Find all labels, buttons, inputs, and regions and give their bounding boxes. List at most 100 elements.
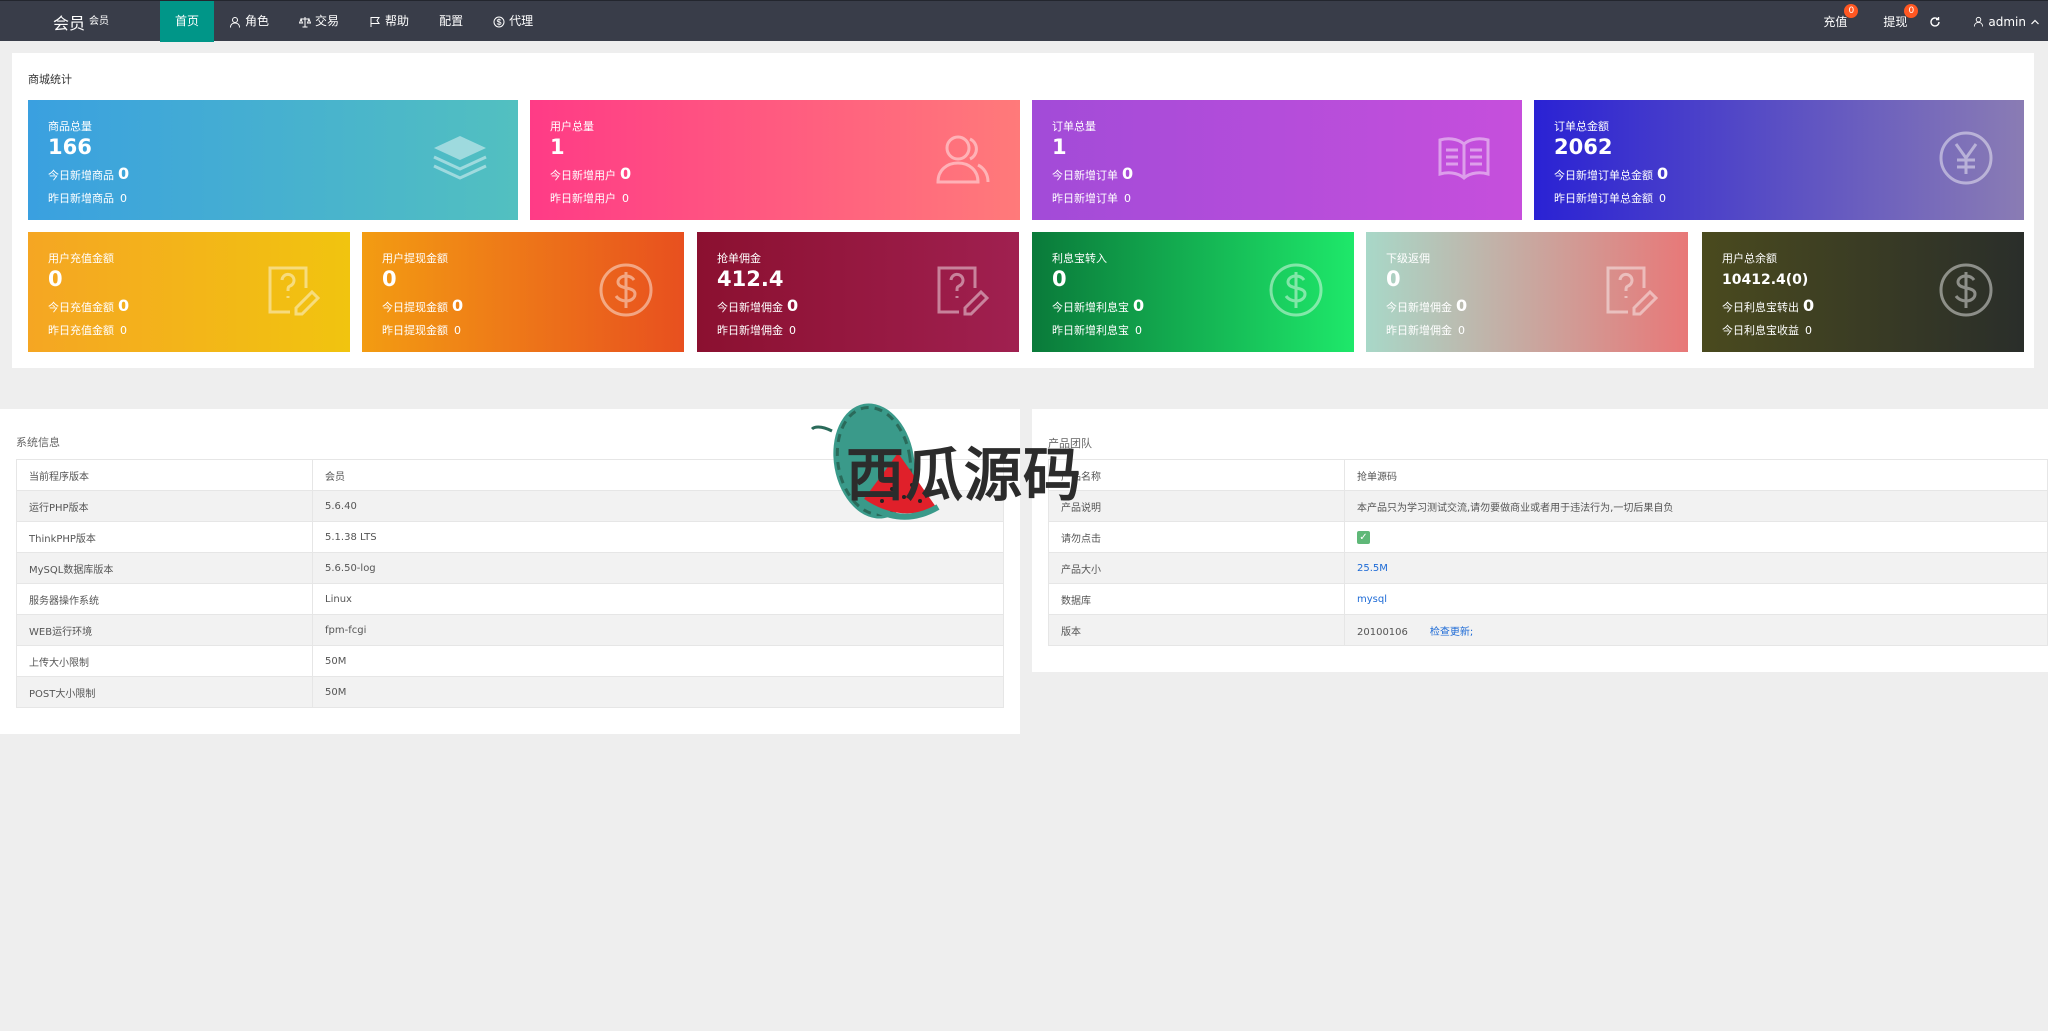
cell-key: MySQL数据库版本 bbox=[16, 552, 313, 584]
cell-key: 服务器操作系统 bbox=[16, 583, 313, 615]
tile-today: 今日新增订单总金额 0 bbox=[1554, 164, 1669, 183]
tile-yesterday: 昨日新增用户 0 bbox=[550, 192, 629, 205]
dollar-circle-icon bbox=[493, 16, 505, 27]
tile-interest-in: 利息宝转入 0 今日新增利息宝 0 昨日新增利息宝 0 bbox=[1032, 232, 1354, 352]
tile-today: 今日充值金额 0 bbox=[48, 296, 130, 315]
do-not-click-checkbox[interactable]: ✓ bbox=[1357, 530, 1370, 544]
nav-help-label: 帮助 bbox=[385, 14, 410, 28]
tile-yesterday: 昨日新增佣金 0 bbox=[1386, 324, 1465, 337]
tile-label: 利息宝转入 bbox=[1052, 252, 1107, 265]
nav-agent[interactable]: 代理 bbox=[478, 1, 548, 42]
tile-yesterday: 昨日新增利息宝 0 bbox=[1052, 324, 1142, 337]
logo-text: 会员 bbox=[53, 14, 86, 33]
user-icon bbox=[1974, 16, 1984, 27]
nav-trade[interactable]: 交易 bbox=[284, 1, 354, 42]
logo[interactable]: 会员 会员 bbox=[53, 10, 109, 34]
nav-config-label: 配置 bbox=[439, 14, 464, 28]
tile-label: 商品总量 bbox=[48, 120, 92, 133]
cell-key: 运行PHP版本 bbox=[16, 490, 313, 522]
cell-key: 当前程序版本 bbox=[16, 459, 313, 491]
nav-agent-label: 代理 bbox=[509, 14, 534, 28]
tile-label: 用户充值金额 bbox=[48, 252, 114, 265]
cell-key: 版本 bbox=[1048, 614, 1345, 646]
cell-key: 产品大小 bbox=[1048, 552, 1345, 584]
tile-today: 今日新增利息宝 0 bbox=[1052, 296, 1145, 315]
layers-icon bbox=[433, 136, 487, 180]
tile-value: 0 bbox=[1386, 267, 1401, 291]
question-edit-icon bbox=[1606, 266, 1658, 316]
cell-value: ✓ bbox=[1344, 521, 2048, 553]
nav-home[interactable]: 首页 bbox=[160, 1, 215, 42]
cell-value: Linux bbox=[312, 583, 1004, 615]
tile-value: 0 bbox=[48, 267, 63, 291]
cell-value: 抢单源码 bbox=[1344, 459, 2048, 491]
cell-value: fpm-fcgi bbox=[312, 614, 1004, 646]
cell-key: 上传大小限制 bbox=[16, 645, 313, 677]
tile-value: 1 bbox=[1052, 135, 1067, 159]
top-navbar: 会员 会员 首页 角色 交易 帮助 配置 代理 充值 0 提现 0 admin bbox=[0, 0, 2048, 42]
tile-value: 1 bbox=[550, 135, 565, 159]
tile-label: 用户提现金额 bbox=[382, 252, 448, 265]
user-icon bbox=[230, 16, 241, 28]
flag-icon bbox=[370, 16, 380, 27]
dollar-icon bbox=[1939, 263, 1993, 317]
user-menu[interactable]: admin bbox=[1955, 1, 2048, 42]
logo-sub: 会员 bbox=[89, 16, 110, 27]
dollar-icon bbox=[599, 263, 653, 317]
question-edit-icon bbox=[937, 266, 989, 316]
cell-value: 20100106 检查更新; bbox=[1344, 614, 2048, 646]
table-row: 产品大小 25.5M bbox=[1048, 552, 2048, 584]
tile-yesterday: 昨日充值金额 0 bbox=[48, 324, 127, 337]
tile-label: 订单总金额 bbox=[1554, 120, 1609, 133]
withdraw-menu[interactable]: 提现 0 bbox=[1865, 1, 1925, 42]
tile-recharge-amount: 用户充值金额 0 今日充值金额 0 昨日充值金额 0 bbox=[28, 232, 350, 352]
database-link[interactable]: mysql bbox=[1344, 583, 2048, 615]
check-update-link[interactable]: 检查更新; bbox=[1430, 627, 1473, 638]
recharge-label: 充值 bbox=[1823, 15, 1848, 29]
tile-grab-commission: 抢单佣金 412.4 今日新增佣金 0 昨日新增佣金 0 bbox=[697, 232, 1019, 352]
cell-key: ThinkPHP版本 bbox=[16, 521, 313, 553]
refresh-button[interactable] bbox=[1925, 1, 1955, 42]
tile-value: 166 bbox=[48, 135, 92, 159]
table-row: WEB运行环境 fpm-fcgi bbox=[16, 614, 1004, 646]
question-edit-icon bbox=[268, 266, 320, 316]
tile-label: 订单总量 bbox=[1052, 120, 1096, 133]
tile-value: 0 bbox=[1052, 267, 1067, 291]
nav-config[interactable]: 配置 bbox=[424, 1, 478, 42]
cell-key: 产品说明 bbox=[1048, 490, 1345, 522]
cell-value: 50M bbox=[312, 645, 1004, 677]
right-nav: 充值 0 提现 0 admin bbox=[1805, 1, 2048, 42]
tile-sub-commission: 下级返佣 0 今日新增佣金 0 昨日新增佣金 0 bbox=[1366, 232, 1688, 352]
tile-value: 412.4 bbox=[717, 267, 784, 291]
tile-order-amount: 订单总金额 2062 今日新增订单总金额 0 昨日新增订单总金额 0 bbox=[1534, 100, 2024, 220]
nav-role[interactable]: 角色 bbox=[214, 1, 284, 42]
cell-key: POST大小限制 bbox=[16, 676, 313, 708]
table-row: 服务器操作系统 Linux bbox=[16, 583, 1004, 615]
tile-value: 10412.4(0) bbox=[1722, 272, 1809, 288]
tile-yesterday: 今日利息宝收益 0 bbox=[1722, 324, 1812, 337]
product-size-link[interactable]: 25.5M bbox=[1344, 552, 2048, 584]
table-row: 请勿点击 ✓ bbox=[1048, 521, 2048, 553]
table-row: 上传大小限制 50M bbox=[16, 645, 1004, 677]
tile-orders: 订单总量 1 今日新增订单 0 昨日新增订单 0 bbox=[1032, 100, 1522, 220]
tile-today: 今日利息宝转出 0 bbox=[1722, 296, 1815, 315]
yen-icon bbox=[1939, 131, 1993, 185]
cell-value: 5.6.50-log bbox=[312, 552, 1004, 584]
table-row: 产品名称 抢单源码 bbox=[1048, 459, 2048, 491]
cell-key: 产品名称 bbox=[1048, 459, 1345, 491]
tile-today: 今日新增佣金 0 bbox=[1386, 296, 1468, 315]
table-row: 数据库 mysql bbox=[1048, 583, 2048, 615]
scale-icon bbox=[299, 16, 312, 27]
tile-label: 下级返佣 bbox=[1386, 252, 1430, 265]
nav-trade-label: 交易 bbox=[315, 14, 340, 28]
table-row: MySQL数据库版本 5.6.50-log bbox=[16, 552, 1004, 584]
tile-today: 今日新增商品 0 bbox=[48, 164, 130, 183]
cell-value: 50M bbox=[312, 676, 1004, 708]
cell-value: 本产品只为学习测试交流,请勿要做商业或者用于违法行为,一切后果自负 bbox=[1344, 490, 2048, 522]
table-row: 版本 20100106 检查更新; bbox=[1048, 614, 2048, 646]
nav-help[interactable]: 帮助 bbox=[354, 1, 424, 42]
system-info-title: 系统信息 bbox=[16, 436, 60, 449]
recharge-menu[interactable]: 充值 0 bbox=[1805, 1, 1865, 42]
tile-value: 0 bbox=[382, 267, 397, 291]
dollar-icon bbox=[1269, 263, 1323, 317]
